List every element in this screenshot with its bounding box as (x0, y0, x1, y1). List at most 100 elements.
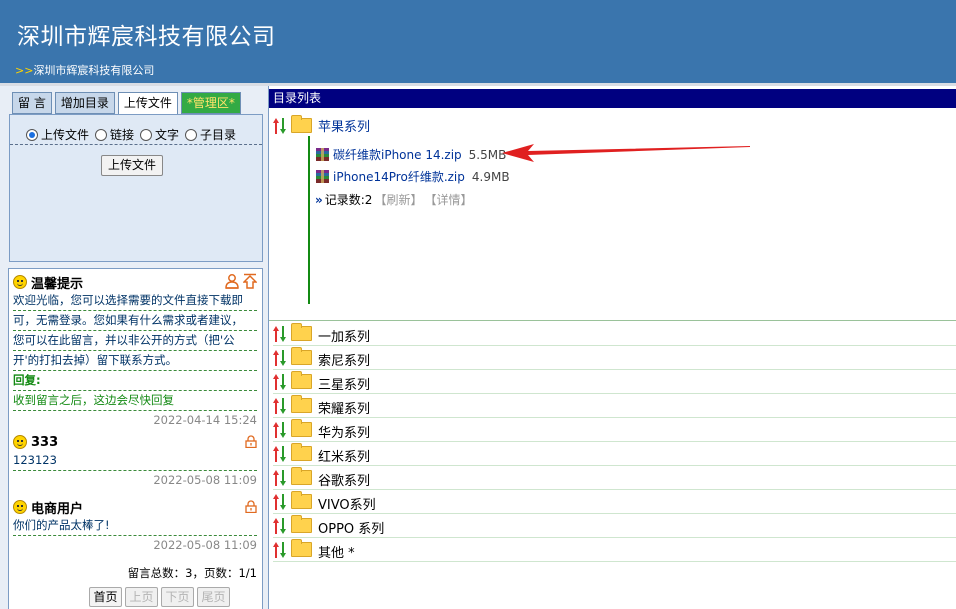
folder-open-icon (291, 115, 312, 133)
sort-icon[interactable] (273, 421, 287, 438)
top-arrow-icon[interactable] (243, 273, 257, 289)
sort-icon[interactable] (273, 517, 287, 534)
folder-row[interactable]: OPPO 系列 (273, 514, 956, 538)
folder-row[interactable]: 华为系列 (273, 418, 956, 442)
sort-icon[interactable] (273, 397, 287, 414)
message-body: 123123 (13, 453, 57, 467)
folder-label[interactable]: 红米系列 (318, 442, 370, 465)
sort-icon[interactable] (273, 117, 287, 134)
message-summary: 留言总数：3，页数：1/1 (127, 566, 257, 580)
sort-icon[interactable] (273, 469, 287, 486)
folder-icon (291, 539, 312, 557)
user-icon[interactable] (225, 273, 239, 289)
option-subdirectory[interactable]: 子目录 (185, 125, 236, 144)
lock-icon[interactable] (245, 435, 257, 448)
folder-row-open[interactable]: 苹果系列 (273, 115, 370, 135)
detail-link[interactable]: 【详情】 (424, 191, 472, 208)
tab-upload-file[interactable]: 上传文件 (117, 92, 178, 115)
prev-page-button[interactable]: 上页 (125, 587, 158, 607)
folder-row[interactable]: 红米系列 (273, 442, 956, 466)
folder-row[interactable]: 谷歌系列 (273, 466, 956, 490)
record-count-row: » 记录数:2 【刷新】 【详情】 (315, 191, 472, 208)
message-time: 2022-05-08 11:09 (13, 535, 257, 554)
upload-file-button[interactable]: 上传文件 (101, 155, 164, 176)
radio-link[interactable] (95, 128, 108, 141)
option-upload-file[interactable]: 上传文件 (26, 125, 89, 144)
folder-row[interactable]: VIVO系列 (273, 490, 956, 514)
section-divider (269, 320, 956, 321)
folder-icon (291, 467, 312, 485)
left-panel: 留 言 增加目录 上传文件 *管理区* 上传文件 链接 文字 子目录 上传文件 … (0, 86, 268, 609)
folder-label[interactable]: 华为系列 (318, 418, 370, 441)
double-chevron-icon: » (315, 192, 323, 207)
folder-icon (291, 515, 312, 533)
tab-messages[interactable]: 留 言 (12, 92, 52, 114)
message-author: 温馨提示 (31, 276, 84, 292)
refresh-link[interactable]: 【刷新】 (374, 191, 422, 208)
file-row[interactable]: 碳纤维款iPhone 14.zip 5.5MB (315, 146, 506, 163)
smiley-icon (13, 500, 27, 514)
folder-row[interactable]: 索尼系列 (273, 346, 956, 370)
sort-icon[interactable] (273, 373, 287, 390)
message-author: 电商用户 (31, 501, 84, 517)
breadcrumb-label[interactable]: 深圳市辉宸科技有限公司 (33, 64, 154, 77)
tab-admin[interactable]: *管理区* (180, 92, 241, 114)
option-link[interactable]: 链接 (95, 125, 134, 144)
tree-line (308, 136, 310, 304)
option-text[interactable]: 文字 (140, 125, 179, 144)
folder-label[interactable]: 荣耀系列 (318, 394, 370, 417)
breadcrumb[interactable]: >>深圳市辉宸科技有限公司 (15, 62, 154, 78)
radio-text[interactable] (140, 128, 153, 141)
folder-icon (291, 419, 312, 437)
upload-type-options: 上传文件 链接 文字 子目录 (10, 115, 262, 145)
folder-label[interactable]: 苹果系列 (318, 116, 370, 135)
next-page-button[interactable]: 下页 (161, 587, 194, 607)
message-time: 2022-05-08 11:09 (13, 470, 257, 489)
file-name[interactable]: 碳纤维款iPhone 14.zip (333, 146, 462, 163)
tab-add-directory[interactable]: 增加目录 (54, 92, 115, 114)
last-page-button[interactable]: 尾页 (197, 587, 230, 607)
radio-upload-file[interactable] (26, 128, 38, 141)
folder-label[interactable]: 其他 * (318, 538, 355, 561)
folder-icon (291, 443, 312, 461)
folder-row[interactable]: 其他 * (273, 538, 956, 562)
sort-icon[interactable] (273, 325, 287, 342)
site-title: 深圳市辉宸科技有限公司 (17, 24, 276, 50)
sort-icon[interactable] (273, 349, 287, 366)
directory-panel: 目录列表 苹果系列 碳纤维款iPhone 14.zip 5.5MB iPhone… (268, 86, 956, 609)
message-item: 333 123123 2022-05-08 11:09 (13, 433, 257, 489)
sort-icon[interactable] (273, 493, 287, 510)
folder-label[interactable]: 三星系列 (318, 370, 370, 393)
lock-icon[interactable] (245, 500, 257, 513)
message-item: 温馨提示 欢迎光临，您可以选择需要的文件直接下载即 可，无需登录。您如果有什么需… (13, 273, 257, 429)
folder-icon (291, 371, 312, 389)
reply-heading: 回复: (13, 371, 257, 391)
message-item: 电商用户 你们的产品太棒了! 2022-05-08 11:09 (13, 498, 257, 554)
reply-body: 收到留言之后，这边会尽快回复 (13, 391, 257, 411)
file-name[interactable]: iPhone14Pro纤维款.zip (333, 168, 465, 185)
sort-icon[interactable] (273, 445, 287, 462)
annotation-arrow-icon (502, 144, 750, 162)
folder-icon (291, 395, 312, 413)
folder-label[interactable]: 谷歌系列 (318, 466, 370, 489)
sort-icon[interactable] (273, 541, 287, 558)
message-time: 2022-04-14 15:24 (153, 413, 257, 427)
radio-subdirectory[interactable] (185, 128, 198, 141)
message-body: 欢迎光临，您可以选择需要的文件直接下载即 可，无需登录。您如果有什么需求或者建议… (13, 291, 257, 371)
file-size: 4.9MB (471, 169, 510, 184)
upload-panel: 上传文件 链接 文字 子目录 上传文件 (9, 114, 263, 262)
message-list: 温馨提示 欢迎光临，您可以选择需要的文件直接下载即 可，无需登录。您如果有什么需… (8, 268, 263, 609)
file-row[interactable]: iPhone14Pro纤维款.zip 4.9MB (315, 168, 510, 185)
breadcrumb-arrows: >> (15, 64, 34, 77)
first-page-button[interactable]: 首页 (89, 587, 122, 607)
zip-file-icon (316, 148, 329, 161)
smiley-icon (13, 275, 27, 289)
folder-icon (291, 323, 312, 341)
folder-row[interactable]: 荣耀系列 (273, 394, 956, 418)
folder-row[interactable]: 一加系列 (273, 322, 956, 346)
folder-label[interactable]: OPPO 系列 (318, 514, 384, 537)
folder-label[interactable]: 索尼系列 (318, 346, 370, 369)
folder-label[interactable]: 一加系列 (318, 322, 370, 345)
folder-row[interactable]: 三星系列 (273, 370, 956, 394)
folder-label[interactable]: VIVO系列 (318, 490, 376, 513)
